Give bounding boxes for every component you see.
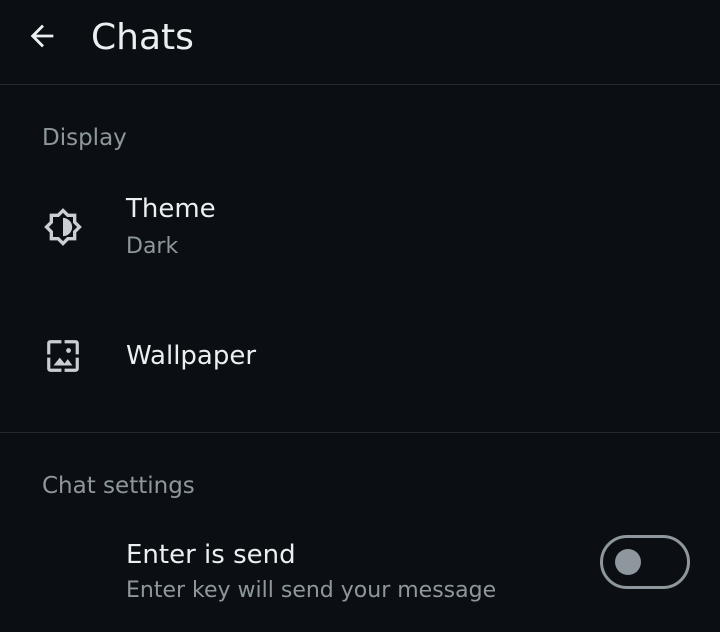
- settings-item-wallpaper[interactable]: Wallpaper: [0, 318, 720, 398]
- enter-is-send-title: Enter is send: [126, 540, 296, 570]
- enter-is-send-toggle[interactable]: [600, 535, 690, 589]
- back-button[interactable]: [16, 10, 68, 62]
- section-header-display: Display: [42, 125, 127, 151]
- theme-value: Dark: [126, 234, 179, 259]
- wallpaper-icon: [42, 335, 84, 377]
- theme-title: Theme: [126, 194, 216, 224]
- appbar-divider: [0, 84, 720, 85]
- enter-is-send-description: Enter key will send your message: [126, 578, 497, 603]
- settings-item-enter-is-send[interactable]: Enter is send Enter key will send your m…: [0, 528, 720, 632]
- chats-settings-screen: Chats Display Theme Dark Wallpaper Chat …: [0, 0, 720, 632]
- app-bar: Chats: [0, 0, 720, 84]
- page-title: Chats: [91, 17, 194, 58]
- toggle-knob: [615, 549, 641, 575]
- brightness-icon: [42, 206, 84, 248]
- wallpaper-title: Wallpaper: [126, 341, 257, 371]
- arrow-left-icon: [30, 24, 54, 48]
- section-header-chat-settings: Chat settings: [42, 473, 195, 499]
- section-divider: [0, 432, 720, 433]
- settings-item-theme[interactable]: Theme Dark: [0, 180, 720, 280]
